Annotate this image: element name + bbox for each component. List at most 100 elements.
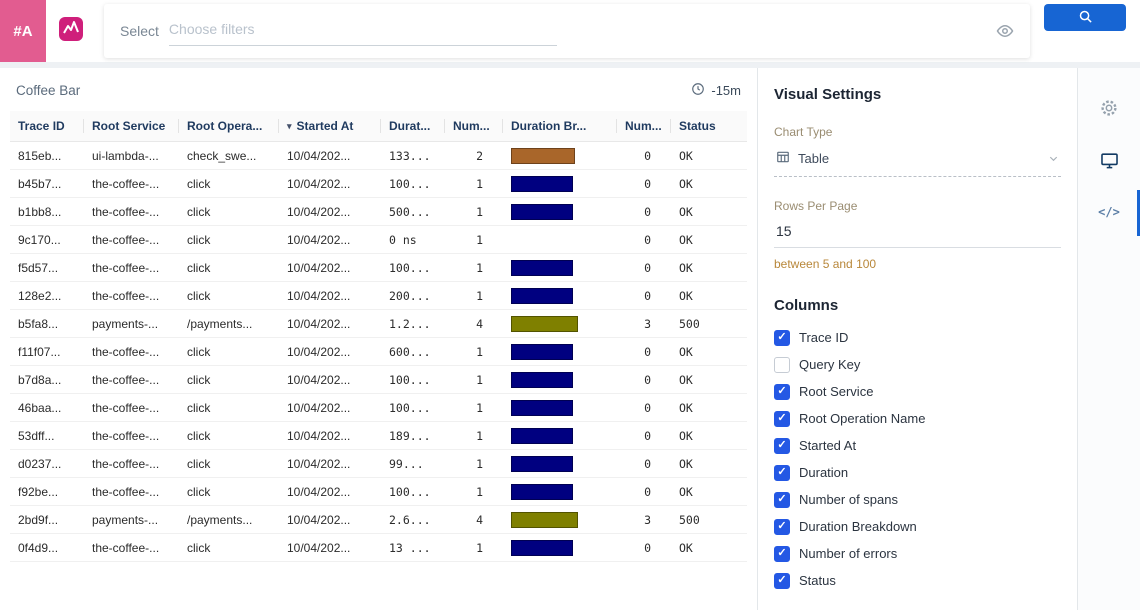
cell-status: OK [671, 534, 747, 562]
column-toggle[interactable]: ✓ Started At [774, 432, 1061, 459]
main-content: Coffee Bar -15m Trace ID Root Service Ro… [0, 68, 1140, 610]
col-header-duration-breakdown[interactable]: Duration Br... [503, 111, 617, 142]
table-row[interactable]: f11f07... the-coffee-... click 10/04/202… [10, 338, 747, 366]
cell-root-service: the-coffee-... [84, 394, 179, 422]
cell-num-errors: 0 [617, 198, 671, 226]
column-toggle[interactable]: ✓ Number of errors [774, 540, 1061, 567]
table-row[interactable]: 46baa... the-coffee-... click 10/04/202.… [10, 394, 747, 422]
table-row[interactable]: b5fa8... payments-... /payments... 10/04… [10, 310, 747, 338]
checkbox[interactable]: ✓ [774, 465, 790, 481]
app-logo[interactable] [46, 0, 96, 62]
filter-input[interactable]: Choose filters [169, 17, 557, 46]
duration-bar [511, 260, 573, 276]
cell-num-errors: 0 [617, 366, 671, 394]
code-tab-icon[interactable]: </> [1097, 200, 1121, 224]
checkbox[interactable]: ✓ [774, 330, 790, 346]
rows-per-page-input[interactable]: 15 [774, 213, 1061, 248]
cell-started-at: 10/04/202... [279, 366, 381, 394]
column-toggle-label: Started At [799, 438, 856, 453]
checkbox[interactable]: ✓ [774, 573, 790, 589]
col-header-status[interactable]: Status [671, 111, 747, 142]
cell-num-spans: 1 [445, 422, 503, 450]
col-header-trace-id[interactable]: Trace ID [10, 111, 84, 142]
column-toggle-label: Duration [799, 465, 848, 480]
cell-root-operation: click [179, 394, 279, 422]
search-icon [1078, 9, 1093, 27]
cell-num-errors: 0 [617, 422, 671, 450]
column-toggle[interactable]: ✓ Duration [774, 459, 1061, 486]
dashboard-avatar: #A [0, 0, 46, 62]
eye-icon[interactable] [996, 22, 1014, 40]
chart-type-value: Table [798, 151, 829, 166]
cell-status: OK [671, 282, 747, 310]
table-row[interactable]: 128e2... the-coffee-... click 10/04/202.… [10, 282, 747, 310]
table-row[interactable]: 53dff... the-coffee-... click 10/04/202.… [10, 422, 747, 450]
cell-status: OK [671, 170, 747, 198]
panel-header: Coffee Bar -15m [10, 78, 747, 111]
table-row[interactable]: 2bd9f... payments-... /payments... 10/04… [10, 506, 747, 534]
col-header-started-at[interactable]: ▾Started At [279, 111, 381, 142]
display-tab-icon[interactable] [1097, 148, 1121, 172]
cell-root-operation: click [179, 366, 279, 394]
col-header-label: Durat... [389, 119, 430, 133]
checkbox[interactable]: ✓ [774, 438, 790, 454]
gear-icon[interactable] [1097, 96, 1121, 120]
table-row[interactable]: b1bb8... the-coffee-... click 10/04/202.… [10, 198, 747, 226]
checkbox[interactable]: ✓ [774, 546, 790, 562]
col-header-num-spans[interactable]: Num... [445, 111, 503, 142]
cell-status: 500 [671, 310, 747, 338]
table-row[interactable]: b45b7... the-coffee-... click 10/04/202.… [10, 170, 747, 198]
col-header-root-service[interactable]: Root Service [84, 111, 179, 142]
cell-num-errors: 0 [617, 478, 671, 506]
cell-trace-id: b45b7... [10, 170, 84, 198]
table-row[interactable]: d0237... the-coffee-... click 10/04/202.… [10, 450, 747, 478]
search-button[interactable] [1044, 4, 1126, 31]
checkbox[interactable] [774, 357, 790, 373]
col-header-duration[interactable]: Durat... [381, 111, 445, 142]
checkbox[interactable]: ✓ [774, 519, 790, 535]
cell-num-errors: 0 [617, 394, 671, 422]
column-toggle-label: Query Key [799, 357, 860, 372]
table-row[interactable]: 0f4d9... the-coffee-... click 10/04/202.… [10, 534, 747, 562]
chart-type-select[interactable]: Table [774, 141, 1061, 177]
column-toggle[interactable]: Query Key [774, 351, 1061, 378]
cell-num-spans: 1 [445, 534, 503, 562]
checkbox[interactable]: ✓ [774, 384, 790, 400]
table-row[interactable]: b7d8a... the-coffee-... click 10/04/202.… [10, 366, 747, 394]
column-toggle-label: Root Service [799, 384, 873, 399]
checkbox[interactable]: ✓ [774, 411, 790, 427]
cell-root-service: payments-... [84, 506, 179, 534]
column-toggle-label: Duration Breakdown [799, 519, 917, 534]
checkbox[interactable]: ✓ [774, 492, 790, 508]
col-header-label: Num... [625, 119, 662, 133]
column-toggle[interactable]: ✓ Root Service [774, 378, 1061, 405]
cell-duration: 200... [381, 282, 445, 310]
panel-title: Coffee Bar [16, 83, 80, 98]
cell-duration: 13 ... [381, 534, 445, 562]
table-row[interactable]: f92be... the-coffee-... click 10/04/202.… [10, 478, 747, 506]
cell-root-service: the-coffee-... [84, 478, 179, 506]
column-toggle[interactable]: ✓ Duration Breakdown [774, 513, 1061, 540]
column-toggle[interactable]: ✓ Trace ID [774, 324, 1061, 351]
duration-bar [511, 512, 578, 528]
cell-trace-id: b5fa8... [10, 310, 84, 338]
table-row[interactable]: 815eb... ui-lambda-... check_swe... 10/0… [10, 142, 747, 170]
cell-status: OK [671, 478, 747, 506]
cell-duration-breakdown [503, 282, 617, 310]
cell-num-spans: 1 [445, 170, 503, 198]
column-toggle[interactable]: ✓ Root Operation Name [774, 405, 1061, 432]
cell-duration-breakdown [503, 254, 617, 282]
cell-trace-id: b1bb8... [10, 198, 84, 226]
cell-duration-breakdown [503, 142, 617, 170]
table-panel: Coffee Bar -15m Trace ID Root Service Ro… [0, 68, 758, 610]
table-row[interactable]: f5d57... the-coffee-... click 10/04/202.… [10, 254, 747, 282]
table-row[interactable]: 9c170... the-coffee-... click 10/04/202.… [10, 226, 747, 254]
cell-trace-id: f5d57... [10, 254, 84, 282]
time-range-button[interactable]: -15m [691, 82, 741, 99]
column-toggle[interactable]: ✓ Status [774, 567, 1061, 594]
column-toggle-label: Root Operation Name [799, 411, 925, 426]
column-toggle[interactable]: ✓ Number of spans [774, 486, 1061, 513]
cell-status: OK [671, 198, 747, 226]
col-header-root-operation[interactable]: Root Opera... [179, 111, 279, 142]
col-header-num-errors[interactable]: Num... [617, 111, 671, 142]
